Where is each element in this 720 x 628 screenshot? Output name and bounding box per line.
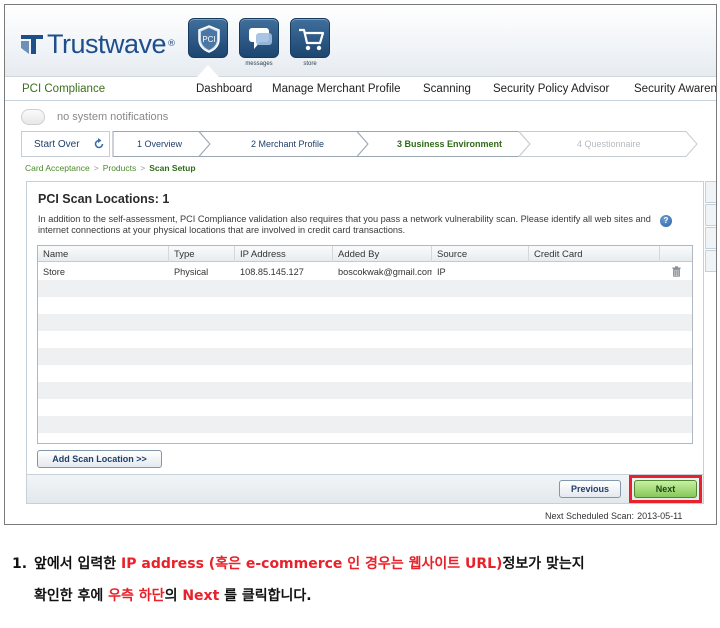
wizard-step-business-environment[interactable]: 3 Business Environment (371, 131, 516, 157)
logo-text: Trustwave (47, 28, 167, 59)
breadcrumb-separator: > (140, 163, 146, 173)
instruction-part: 확인한 후에 (34, 588, 109, 604)
wizard-step-merchant-profile[interactable]: 2 Merchant Profile (213, 131, 353, 157)
help-icon[interactable]: ? (660, 215, 672, 227)
previous-button[interactable]: Previous (559, 480, 621, 498)
cell-source: IP (437, 267, 446, 277)
column-header-credit-card[interactable]: Credit Card (529, 246, 660, 262)
instruction-line-2: 확인한 후에 우측 하단의 Next 를 클릭합니다. (12, 580, 712, 612)
instruction-part: 의 (164, 588, 183, 604)
refresh-icon[interactable] (93, 138, 105, 150)
messages-icon[interactable] (239, 18, 279, 58)
nav-item-security-awareness[interactable]: Security Awarene (634, 83, 716, 95)
instruction-number: 1. (12, 556, 28, 572)
cell-added-by: boscokwak@gmail.com (338, 267, 432, 277)
table-row-empty (38, 399, 692, 416)
nav-divider (5, 100, 716, 101)
side-tab[interactable] (705, 181, 716, 203)
active-pointer (197, 65, 219, 77)
shield-icon: PCI (198, 25, 220, 53)
logo-registered-mark: ® (167, 39, 177, 49)
table-row-empty (38, 314, 692, 331)
scan-locations-table: Name Type IP Address Added By Source Cre… (37, 245, 693, 444)
main-nav: PCI Compliance Dashboard Manage Merchant… (5, 78, 716, 100)
instruction-line-1: 1. 앞에서 입력한 IP address (혹은 e-commerce 인 경우… (12, 548, 712, 580)
nav-item-scanning[interactable]: Scanning (423, 83, 471, 95)
store-cart-icon[interactable] (290, 18, 330, 58)
table-row-empty (38, 348, 692, 365)
wizard-step-questionnaire: 4 Questionnaire (533, 131, 683, 157)
instruction-part: 앞에서 입력한 (34, 556, 122, 572)
column-header-name[interactable]: Name (38, 246, 169, 262)
table-row-empty (38, 331, 692, 348)
column-header-actions (660, 246, 692, 262)
next-button[interactable]: Next (634, 480, 697, 498)
breadcrumb-card-acceptance[interactable]: Card Acceptance (25, 163, 90, 173)
table-row[interactable]: Store Physical 108.85.145.127 boscokwak@… (38, 263, 692, 280)
notifications-bar: no system notifications (21, 106, 168, 128)
notifications-text: no system notifications (57, 111, 169, 123)
cell-name: Store (43, 267, 65, 277)
nav-brand-pci-compliance[interactable]: PCI Compliance (22, 83, 105, 95)
column-header-added-by[interactable]: Added By (333, 246, 432, 262)
scan-locations-panel: PCI Scan Locations: 1 In addition to the… (26, 181, 704, 504)
app-window: Trustwave ® PCI messages store PCI Compl… (4, 4, 717, 525)
column-header-type[interactable]: Type (169, 246, 235, 262)
header-bar: Trustwave ® PCI messages store (5, 5, 716, 77)
column-header-source[interactable]: Source (432, 246, 529, 262)
wizard-step-label: 4 Questionnaire (577, 139, 641, 149)
nav-item-merchant-profile[interactable]: Manage Merchant Profile (272, 83, 400, 95)
panel-description: In addition to the self-assessment, PCI … (38, 214, 651, 235)
table-header: Name Type IP Address Added By Source Cre… (38, 246, 692, 262)
store-icon-label: store (303, 61, 317, 67)
instruction-part: 정보가 맞는지 (502, 556, 585, 572)
breadcrumb-current: Scan Setup (149, 163, 196, 173)
wizard-step-label: 3 Business Environment (397, 139, 503, 149)
table-row-empty (38, 433, 692, 443)
instruction-part: 를 클릭합니다. (219, 588, 312, 604)
table-row-empty (38, 365, 692, 382)
side-tab[interactable] (705, 250, 716, 272)
trustwave-logo[interactable]: Trustwave ® (19, 27, 176, 61)
pci-shield-icon[interactable]: PCI (188, 18, 228, 58)
trustwave-mark-icon (21, 35, 43, 54)
column-header-ip-address[interactable]: IP Address (235, 246, 333, 262)
breadcrumb: Card Acceptance > Products > Scan Setup (25, 163, 196, 173)
start-over-link[interactable]: Start Over (34, 139, 80, 150)
table-row-empty (38, 416, 692, 433)
panel-title: PCI Scan Locations: 1 (38, 192, 170, 206)
wizard-step-label: 1 Overview (137, 139, 183, 149)
instruction-part-highlight: 우측 하단 (108, 588, 165, 604)
side-tab[interactable] (705, 227, 716, 249)
breadcrumb-products[interactable]: Products (103, 163, 137, 173)
table-row-empty (38, 297, 692, 314)
nav-item-security-policy-advisor[interactable]: Security Policy Advisor (493, 83, 609, 95)
breadcrumb-separator: > (93, 163, 99, 173)
table-row-empty (38, 382, 692, 399)
instruction-text: 1. 앞에서 입력한 IP address (혹은 e-commerce 인 경우… (12, 548, 712, 612)
messages-icon-label: messages (245, 61, 273, 67)
speech-bubble-icon (249, 28, 272, 49)
instruction-part-highlight: Next (182, 588, 220, 604)
notification-bubble-icon[interactable] (21, 109, 45, 125)
cart-icon (299, 28, 325, 51)
next-scan-date: 2013-05-11 (637, 511, 683, 521)
cell-type: Physical (174, 267, 209, 277)
instruction-part-highlight: IP address (혹은 e-commerce 인 경우는 웹사이트 URL… (121, 556, 503, 572)
side-tab[interactable] (705, 204, 716, 226)
next-scheduled-scan: Next Scheduled Scan: 2013-05-11 (545, 511, 682, 521)
cell-credit-card (529, 263, 660, 280)
nav-item-dashboard[interactable]: Dashboard (196, 83, 252, 95)
cell-ip-address: 108.85.145.127 (240, 267, 304, 277)
add-scan-location-button[interactable]: Add Scan Location >> (37, 450, 162, 468)
wizard-step-overview[interactable]: 1 Overview (117, 131, 202, 157)
pci-badge-text: PCI (202, 35, 215, 44)
table-row-empty (38, 280, 692, 297)
next-scan-label: Next Scheduled Scan: (545, 511, 635, 521)
trash-icon[interactable] (672, 266, 681, 277)
side-tabs (705, 181, 716, 273)
wizard-step-label: 2 Merchant Profile (251, 139, 325, 149)
